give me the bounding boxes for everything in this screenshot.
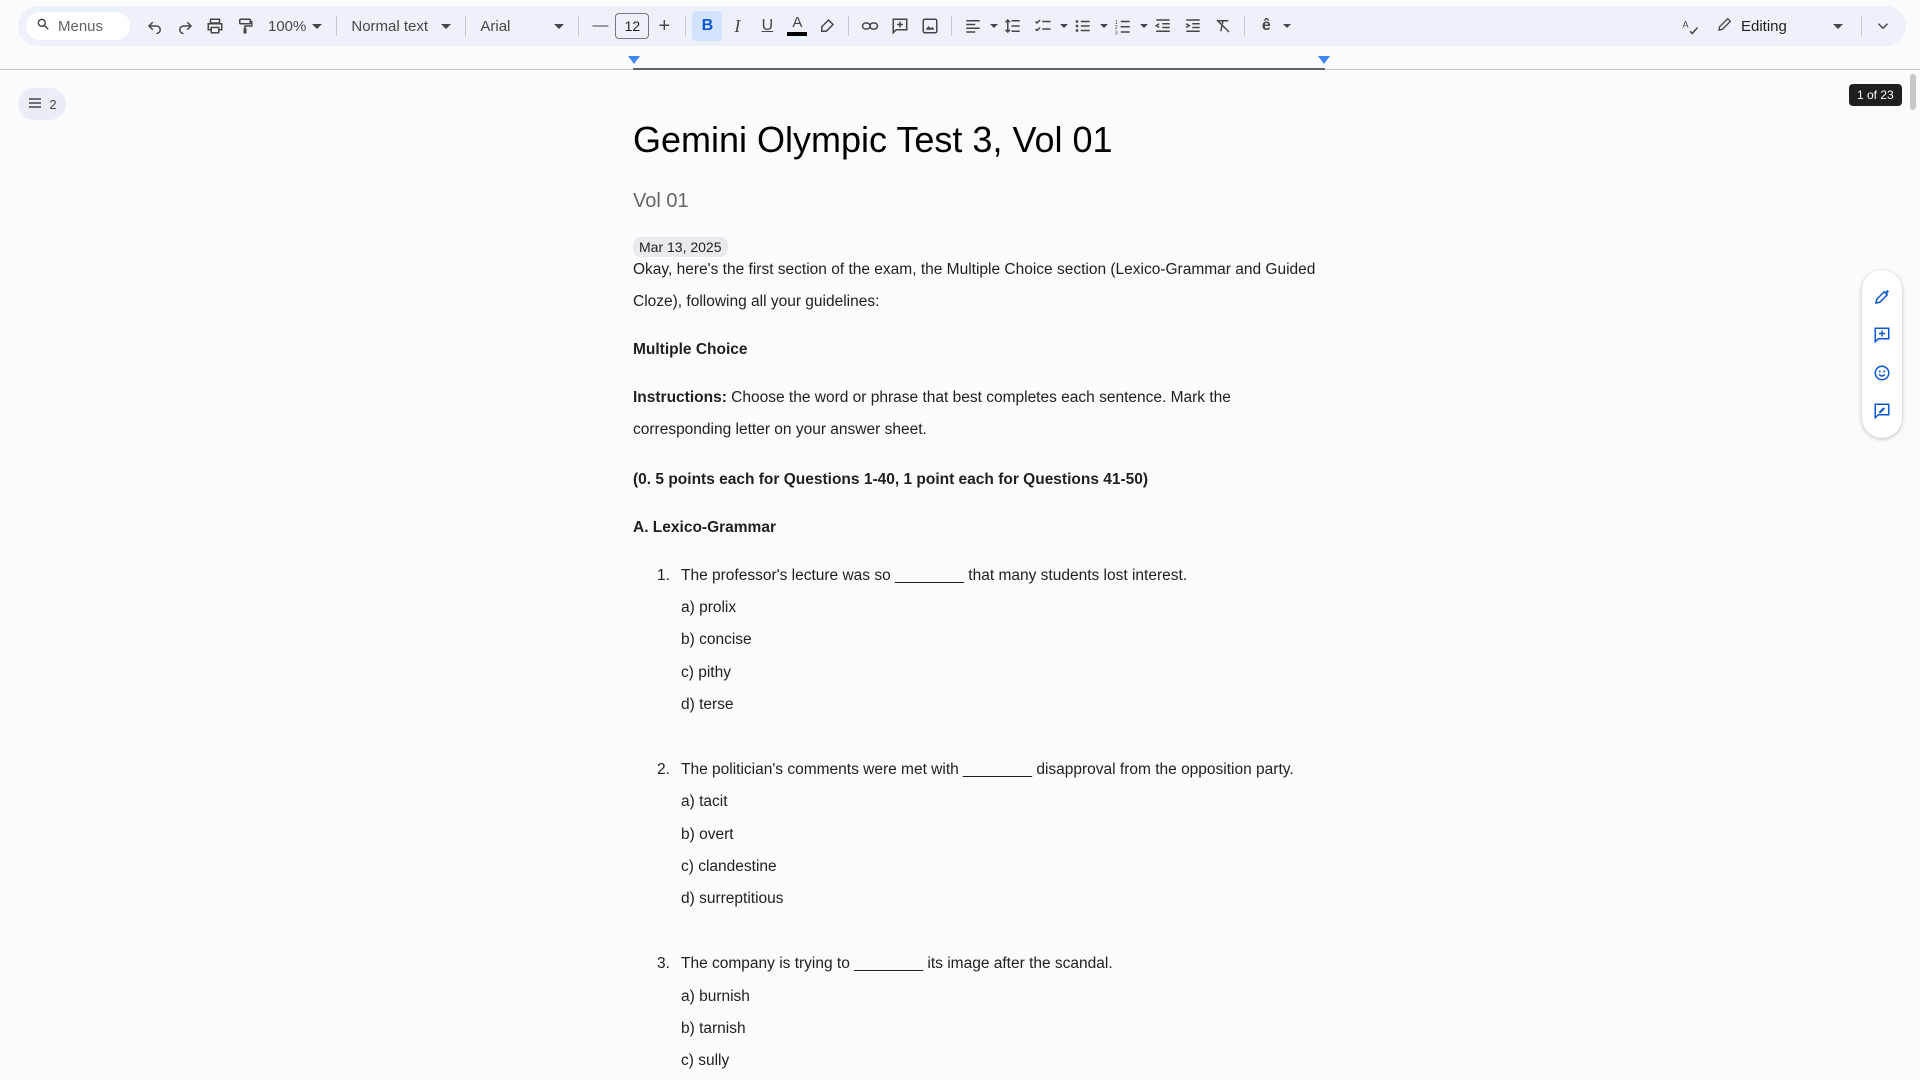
divider	[578, 16, 580, 36]
emoji-reaction-icon[interactable]	[1867, 358, 1897, 388]
ruler-text-area	[633, 68, 1325, 70]
chevron-down-icon	[1140, 24, 1149, 28]
edit-with-ai-icon[interactable]	[1867, 282, 1897, 312]
collapse-menus-button[interactable]	[1868, 11, 1898, 41]
menu-search-label: Menus	[58, 17, 104, 35]
divider	[1244, 16, 1246, 36]
chevron-down-icon	[554, 23, 565, 29]
special-characters-icon[interactable]: ê	[1251, 11, 1281, 41]
side-actions-panel	[1862, 270, 1902, 438]
left-indent-marker[interactable]	[628, 56, 640, 64]
italic-button[interactable]: I	[722, 11, 752, 41]
answer-option: a) burnish	[681, 988, 750, 1005]
add-comment-icon[interactable]	[885, 11, 915, 41]
question-text: The company is trying to ________ its im…	[681, 955, 1113, 972]
instructions-label: Instructions:	[633, 389, 727, 406]
paragraph-style-value: Normal text	[351, 17, 429, 35]
chevron-down-icon	[1833, 23, 1843, 29]
answer-option: c) sully	[681, 1052, 730, 1069]
outline-count: 2	[49, 96, 57, 112]
checklist-icon[interactable]	[1028, 11, 1058, 41]
answer-option: a) tacit	[681, 793, 728, 810]
chevron-down-icon	[1100, 24, 1109, 28]
divider	[336, 16, 338, 36]
answer-option: c) pithy	[681, 664, 731, 681]
editing-mode-label: Editing	[1741, 17, 1787, 35]
divider	[951, 16, 953, 36]
document-title: Gemini Olympic Test 3, Vol 01	[633, 119, 1113, 160]
font-select[interactable]: Arial	[472, 11, 572, 41]
font-value: Arial	[480, 17, 511, 35]
numbered-list-icon[interactable]: 123	[1108, 11, 1138, 41]
suggest-edits-icon[interactable]	[1867, 396, 1897, 426]
answer-option: b) concise	[681, 631, 752, 648]
divider	[465, 16, 467, 36]
insert-image-icon[interactable]	[915, 11, 945, 41]
add-comment-icon[interactable]	[1867, 320, 1897, 350]
zoom-select[interactable]: 100%	[260, 11, 330, 41]
section-heading: Multiple Choice	[633, 341, 748, 358]
chevron-down-icon	[1283, 24, 1292, 28]
question-number: 3.	[657, 955, 670, 972]
pencil-icon	[1717, 16, 1733, 36]
bulleted-list-icon[interactable]	[1068, 11, 1098, 41]
increase-indent-icon[interactable]	[1178, 11, 1208, 41]
paragraph-style-select[interactable]: Normal text	[343, 11, 459, 41]
svg-text:A: A	[1683, 20, 1689, 30]
print-button[interactable]	[200, 11, 230, 41]
answer-option: c) clandestine	[681, 858, 777, 875]
redo-button[interactable]	[170, 11, 200, 41]
answer-option: d) surreptitious	[681, 890, 784, 907]
text-color-button[interactable]: A	[782, 11, 812, 41]
increase-font-size-button[interactable]: +	[649, 11, 679, 41]
divider	[848, 16, 850, 36]
chevron-down-icon	[990, 24, 999, 28]
document-outline-button[interactable]: 2	[18, 88, 66, 120]
right-indent-marker[interactable]	[1318, 56, 1330, 64]
zoom-value: 100%	[268, 17, 307, 35]
question-number: 1.	[657, 567, 670, 584]
decrease-font-size-button[interactable]: —	[585, 11, 615, 41]
decrease-indent-icon[interactable]	[1148, 11, 1178, 41]
link-icon[interactable]	[855, 11, 885, 41]
question-text: The professor's lecture was so ________ …	[681, 567, 1188, 584]
toolbar: Menus 100% Normal text Arial — 12 + B I …	[18, 6, 1906, 46]
chevron-down-icon	[1060, 24, 1069, 28]
answer-option: b) overt	[681, 826, 734, 843]
question-number: 2.	[657, 761, 670, 778]
font-size-input[interactable]: 12	[615, 13, 650, 39]
page-indicator: 1 of 23	[1849, 84, 1902, 106]
spellcheck-icon[interactable]: A	[1675, 11, 1705, 41]
intro-paragraph: Okay, here's the first section of the ex…	[633, 261, 1316, 310]
chevron-down-icon	[441, 23, 452, 29]
editing-mode-select[interactable]: Editing	[1705, 11, 1855, 41]
scrollbar[interactable]	[1910, 74, 1916, 110]
highlight-icon[interactable]	[812, 11, 842, 41]
points-note: (0. 5 points each for Questions 1-40, 1 …	[633, 471, 1149, 488]
instructions-paragraph: Instructions: Choose the word or phrase …	[633, 382, 1333, 446]
paint-format-button[interactable]	[230, 11, 260, 41]
underline-button[interactable]: U	[752, 11, 782, 41]
answer-option: d) terse	[681, 696, 734, 713]
search-icon	[36, 17, 50, 35]
bold-button[interactable]: B	[692, 11, 723, 41]
chevron-down-icon	[312, 23, 323, 29]
question-text: The politician's comments were met with …	[681, 761, 1294, 778]
clear-formatting-icon[interactable]	[1208, 11, 1238, 41]
document-subtitle: Vol 01	[633, 190, 689, 212]
divider	[1861, 16, 1862, 36]
part-heading: A. Lexico-Grammar	[633, 519, 776, 536]
menu-search[interactable]: Menus	[26, 12, 130, 40]
answer-option: b) tarnish	[681, 1020, 746, 1037]
align-icon[interactable]	[958, 11, 988, 41]
divider	[685, 16, 687, 36]
line-spacing-icon[interactable]	[998, 11, 1028, 41]
undo-button[interactable]	[140, 11, 170, 41]
svg-text:3: 3	[1115, 30, 1118, 35]
answer-option: a) prolix	[681, 599, 737, 616]
list-icon	[27, 95, 43, 114]
